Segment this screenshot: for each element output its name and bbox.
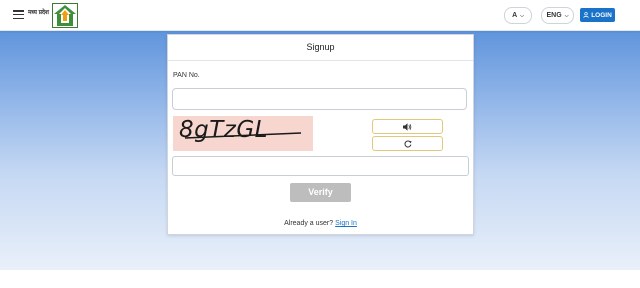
speaker-icon xyxy=(403,122,412,131)
chevron-down-icon: ⌵ xyxy=(520,12,524,19)
captcha-strike-line xyxy=(184,132,302,139)
captcha-image: 8gTzGL xyxy=(173,116,313,151)
hamburger-icon[interactable] xyxy=(13,10,24,20)
bottom-strip xyxy=(0,270,640,288)
signup-title: Signup xyxy=(168,35,473,61)
already-user-line: Already a user? Sign In xyxy=(168,220,473,227)
pan-label: PAN No. xyxy=(173,72,200,79)
captcha-audio-button[interactable] xyxy=(372,119,443,134)
font-size-label: A xyxy=(512,12,518,19)
site-logo[interactable]: मध्य प्रदेश xyxy=(28,2,78,28)
house-logo-icon xyxy=(52,3,78,28)
language-dropdown[interactable]: ENG ⌵ xyxy=(541,7,574,24)
chevron-down-icon: ⌵ xyxy=(564,12,569,19)
language-label: ENG xyxy=(546,12,562,19)
signup-card: Signup PAN No. 8gTzGL Verify Already a u… xyxy=(167,34,474,235)
login-button[interactable]: LOGIN xyxy=(580,8,615,22)
captcha-input[interactable] xyxy=(172,156,469,176)
top-navbar: मध्य प्रदेश A ⌵ ENG ⌵ LOGIN xyxy=(0,0,640,31)
captcha-refresh-button[interactable] xyxy=(372,136,443,151)
sign-in-link[interactable]: Sign In xyxy=(335,220,357,227)
refresh-icon xyxy=(403,140,412,148)
pan-input[interactable] xyxy=(172,88,467,110)
already-user-text: Already a user? xyxy=(284,220,334,227)
user-icon xyxy=(583,12,589,18)
verify-button[interactable]: Verify xyxy=(290,183,351,202)
login-label: LOGIN xyxy=(591,11,612,19)
font-size-dropdown[interactable]: A ⌵ xyxy=(504,7,532,24)
logo-text: मध्य प्रदेश xyxy=(28,9,49,16)
